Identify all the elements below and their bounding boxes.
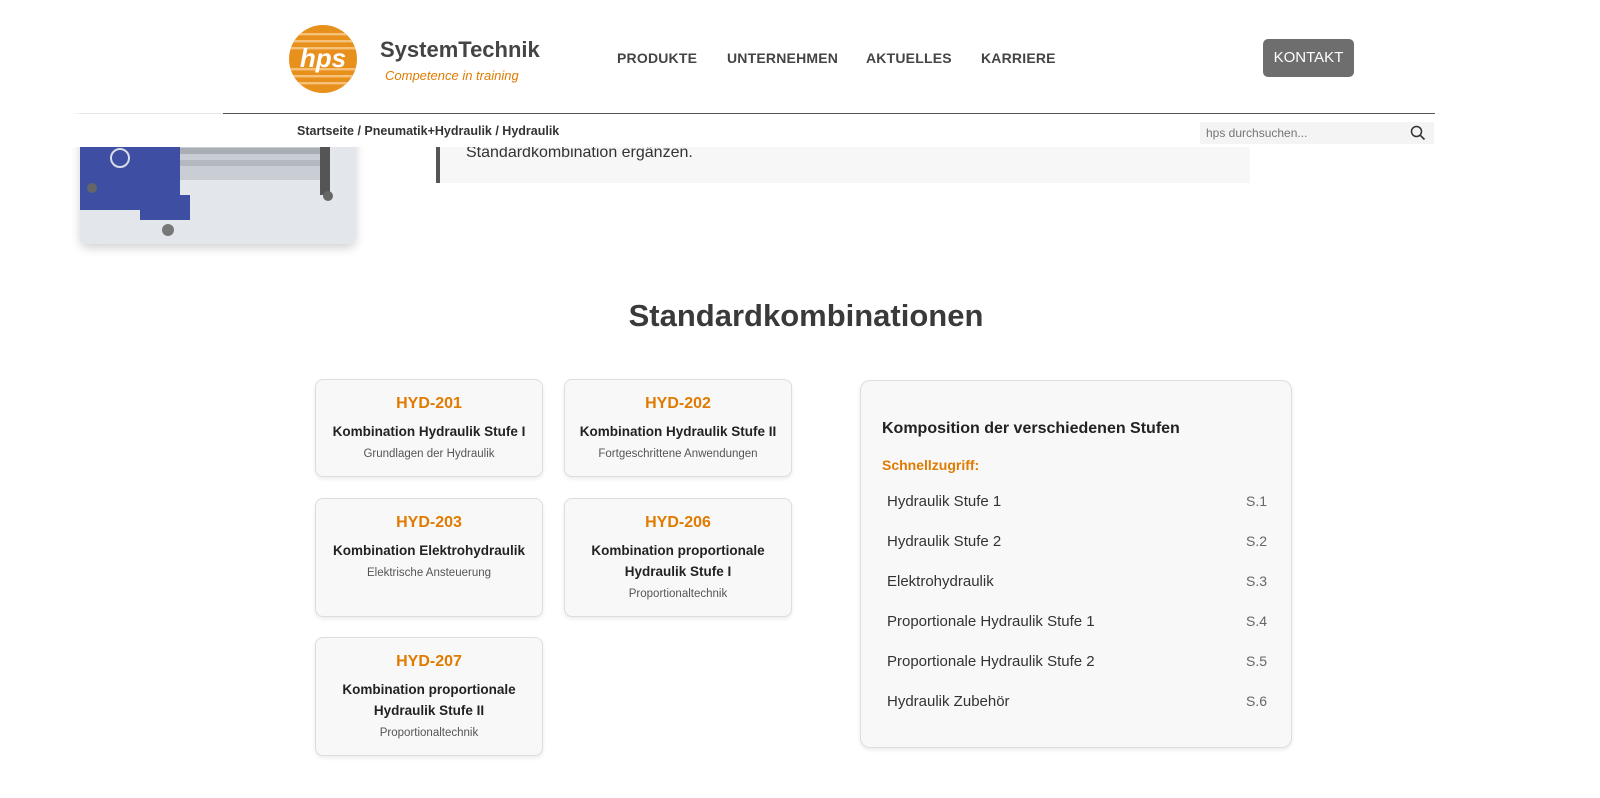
nav-aktuelles[interactable]: AKTUELLES bbox=[866, 50, 952, 66]
quick-link-page: S.3 bbox=[1245, 573, 1267, 589]
combination-card-hyd-201[interactable]: HYD-201 Kombination Hydraulik Stufe I Gr… bbox=[315, 379, 543, 477]
card-description: Proportionaltechnik bbox=[628, 588, 728, 600]
card-code: HYD-203 bbox=[396, 514, 462, 531]
contact-button[interactable]: KONTAKT bbox=[1263, 39, 1354, 77]
combination-card-hyd-206[interactable]: HYD-206 Kombination proportionale Hydrau… bbox=[564, 498, 792, 617]
logo-text: hps bbox=[300, 43, 346, 73]
quick-link-page: S.2 bbox=[1245, 533, 1267, 549]
quick-link-label: Proportionale Hydraulik Stufe 2 bbox=[887, 653, 1095, 670]
quick-link-proportionale-stufe-1[interactable]: Proportionale Hydraulik Stufe 1 S.4 bbox=[887, 613, 1267, 637]
card-code: HYD-202 bbox=[645, 395, 711, 412]
search-icon[interactable] bbox=[1410, 125, 1426, 141]
quick-link-label: Elektrohydraulik bbox=[887, 573, 994, 590]
nav-karriere[interactable]: KARRIERE bbox=[981, 50, 1056, 66]
card-code: HYD-207 bbox=[396, 653, 462, 670]
card-title: Kombination Hydraulik Stufe I bbox=[332, 424, 526, 439]
quick-link-elektrohydraulik[interactable]: Elektrohydraulik S.3 bbox=[887, 573, 1267, 597]
sub-header-bar: Startseite / Pneumatik+Hydraulik / Hydra… bbox=[0, 114, 1600, 147]
nav-produkte[interactable]: PRODUKTE bbox=[617, 50, 697, 66]
card-title: Kombination proportionale Hydraulik Stuf… bbox=[591, 543, 765, 579]
card-description: Fortgeschrittene Anwendungen bbox=[598, 448, 758, 460]
combination-card-hyd-202[interactable]: HYD-202 Kombination Hydraulik Stufe II F… bbox=[564, 379, 792, 477]
search-box bbox=[1200, 122, 1434, 144]
combination-card-hyd-207[interactable]: HYD-207 Kombination proportionale Hydrau… bbox=[315, 637, 543, 756]
quick-link-hydraulik-zubehoer[interactable]: Hydraulik Zubehör S.6 bbox=[887, 693, 1267, 717]
quick-link-proportionale-stufe-2[interactable]: Proportionale Hydraulik Stufe 2 S.5 bbox=[887, 653, 1267, 677]
quick-link-label: Proportionale Hydraulik Stufe 1 bbox=[887, 613, 1095, 630]
card-description: Grundlagen der Hydraulik bbox=[363, 448, 495, 460]
quick-link-hydraulik-stufe-2[interactable]: Hydraulik Stufe 2 S.2 bbox=[887, 533, 1267, 557]
breadcrumb[interactable]: Startseite / Pneumatik+Hydraulik / Hydra… bbox=[297, 124, 559, 138]
section-title: Standardkombinationen bbox=[628, 298, 984, 333]
combination-card-hyd-203[interactable]: HYD-203 Kombination Elektrohydraulik Ele… bbox=[315, 498, 543, 617]
quick-link-label: Hydraulik Zubehör bbox=[887, 693, 1010, 710]
brand-tagline: Competence in training bbox=[385, 68, 519, 83]
card-description: Elektrische Ansteuerung bbox=[366, 567, 492, 579]
search-input[interactable] bbox=[1200, 122, 1400, 144]
card-title: Kombination Elektrohydraulik bbox=[332, 543, 526, 558]
quick-link-label: Hydraulik Stufe 1 bbox=[887, 493, 1002, 510]
quick-link-page: S.1 bbox=[1245, 493, 1267, 509]
quick-access-label: Schnellzugriff: bbox=[882, 457, 980, 473]
quick-link-page: S.4 bbox=[1245, 613, 1267, 629]
quick-link-label: Hydraulik Stufe 2 bbox=[887, 533, 1002, 550]
brand-name: SystemTechnik bbox=[380, 37, 540, 62]
card-title: Kombination proportionale Hydraulik Stuf… bbox=[342, 682, 516, 718]
hps-logo[interactable]: hps bbox=[288, 24, 358, 94]
panel-title: Komposition der verschiedenen Stufen bbox=[882, 420, 1180, 437]
card-description: Proportionaltechnik bbox=[379, 727, 479, 739]
card-code: HYD-206 bbox=[645, 514, 711, 531]
card-code: HYD-201 bbox=[396, 395, 462, 412]
quick-link-page: S.6 bbox=[1245, 693, 1267, 709]
quick-link-page: S.5 bbox=[1245, 653, 1267, 669]
nav-unternehmen[interactable]: UNTERNEHMEN bbox=[727, 50, 838, 66]
site-header: hps SystemTechnik Competence in training… bbox=[0, 0, 1600, 113]
quick-access-panel: Komposition der verschiedenen Stufen Sch… bbox=[860, 380, 1292, 748]
quick-link-hydraulik-stufe-1[interactable]: Hydraulik Stufe 1 S.1 bbox=[887, 493, 1267, 517]
card-title: Kombination Hydraulik Stufe II bbox=[579, 424, 777, 439]
